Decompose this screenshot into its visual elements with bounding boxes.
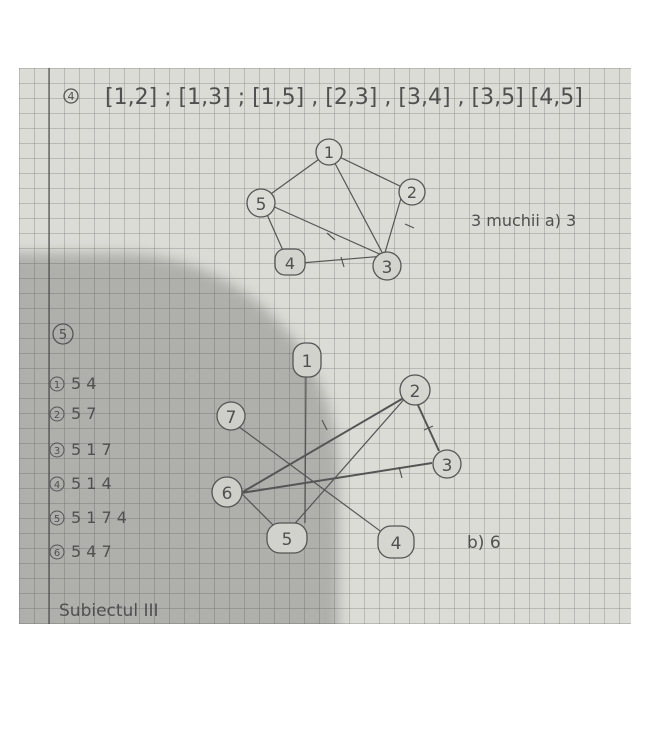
graph-b-answer: b) 6 <box>467 533 501 553</box>
svg-text:5 1 7 4: 5 1 7 4 <box>71 508 127 527</box>
svg-text:5: 5 <box>282 530 293 550</box>
graph-a-answer: 3 muchii a) 3 <box>471 211 576 230</box>
svg-text:6: 6 <box>222 484 233 504</box>
svg-text:2: 2 <box>407 183 417 202</box>
tick-mark <box>321 419 328 431</box>
edge-list: [1,2] ; [1,3] ; [1,5] , [2,3] , [3,4] , … <box>105 85 583 110</box>
svg-text:5 4: 5 4 <box>71 374 96 393</box>
graph-b-nodes: 1 2 7 3 6 5 4 <box>211 342 462 559</box>
adjacency-list: 1 5 4 2 5 7 3 5 1 7 4 5 1 4 5 5 1 7 4 6 … <box>49 374 127 561</box>
svg-text:5: 5 <box>54 514 60 525</box>
graph-b-node: 4 <box>377 525 415 559</box>
svg-text:3: 3 <box>54 446 60 457</box>
svg-text:4: 4 <box>391 534 402 554</box>
notebook-photo: 4 [1,2] ; [1,3] ; [1,5] , [2,3] , [3,4] … <box>19 68 631 624</box>
svg-text:5: 5 <box>256 195 267 215</box>
tick-mark <box>340 256 345 268</box>
svg-text:7: 7 <box>226 408 237 428</box>
graph-b-node: 5 <box>266 522 308 554</box>
edge-7-4 <box>226 417 388 537</box>
graph-a-node: 4 <box>274 248 306 276</box>
svg-text:5 7: 5 7 <box>71 404 96 423</box>
svg-text:5 1 7: 5 1 7 <box>71 440 112 459</box>
adjacency-row: 6 5 4 7 <box>49 542 112 561</box>
graph-b-node: 3 <box>432 449 462 479</box>
graph-a-node: 1 <box>315 138 343 166</box>
problem4-label: 4 <box>68 90 75 103</box>
adjacency-row: 4 5 1 4 <box>49 474 112 493</box>
graph-b-node: 1 <box>292 342 322 378</box>
svg-text:4: 4 <box>285 254 295 273</box>
svg-text:5 4 7: 5 4 7 <box>71 542 112 561</box>
graph-b-node: 6 <box>211 476 243 508</box>
svg-text:2: 2 <box>410 382 421 402</box>
svg-text:1: 1 <box>324 143 334 162</box>
svg-text:5 1 4: 5 1 4 <box>71 474 112 493</box>
edge-3-5 <box>260 200 385 257</box>
adjacency-row: 5 5 1 7 4 <box>49 508 127 527</box>
edge-6-2 <box>240 395 408 494</box>
edge-1-5 <box>304 370 307 524</box>
graph-a-node: 3 <box>372 251 402 281</box>
graph-a-node: 5 <box>246 188 276 218</box>
adjacency-row: 1 5 4 <box>49 374 96 393</box>
footer-text: Subiectul III <box>59 601 159 621</box>
svg-text:2: 2 <box>54 410 60 421</box>
graph-b-node: 2 <box>399 374 431 406</box>
graph-b-node: 7 <box>216 401 246 431</box>
svg-text:6: 6 <box>54 548 60 559</box>
edge-2-3 <box>416 402 440 452</box>
svg-text:4: 4 <box>54 480 60 491</box>
svg-text:1: 1 <box>302 352 313 372</box>
graph-a-node: 2 <box>398 178 426 206</box>
handwriting-layer: 4 [1,2] ; [1,3] ; [1,5] , [2,3] , [3,4] … <box>49 85 583 621</box>
adjacency-row: 3 5 1 7 <box>49 440 112 459</box>
svg-text:3: 3 <box>442 456 453 476</box>
tick-mark <box>404 223 415 229</box>
edge-6-3 <box>240 462 433 494</box>
svg-text:1: 1 <box>54 380 60 391</box>
edge-2-5 <box>283 395 408 537</box>
svg-text:3: 3 <box>382 258 393 278</box>
adjacency-row: 2 5 7 <box>49 404 96 423</box>
problem5-label: 5 <box>59 328 67 343</box>
edge-1-3 <box>328 151 385 257</box>
